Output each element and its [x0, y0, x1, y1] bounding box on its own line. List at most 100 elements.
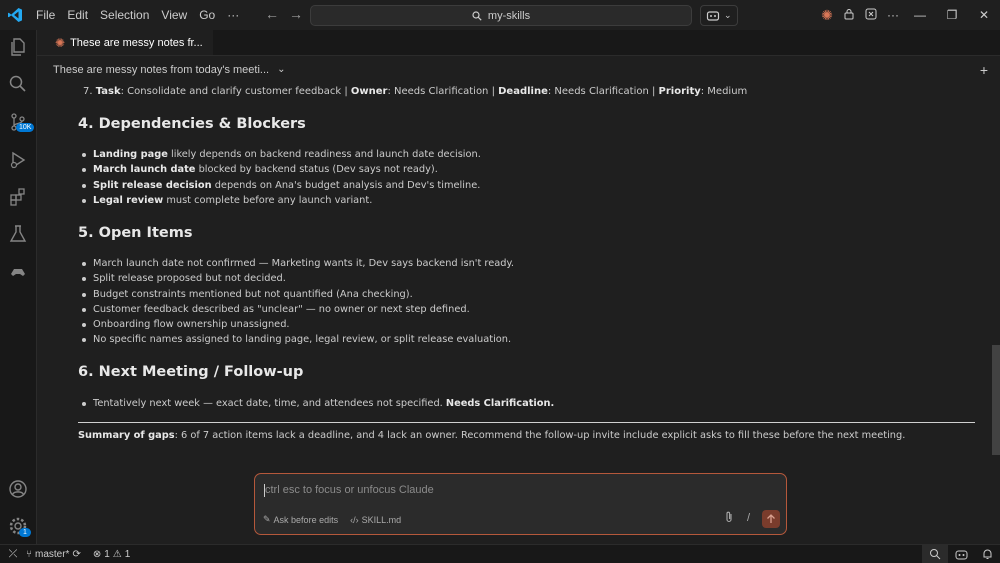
- maximize-icon[interactable]: ❐: [936, 8, 968, 22]
- more-menu-icon[interactable]: ···: [221, 8, 245, 22]
- new-session-icon[interactable]: +: [980, 62, 988, 78]
- pencil-icon: ✎: [263, 514, 271, 524]
- notifications-bell-icon[interactable]: [974, 545, 1000, 563]
- file-context-chip[interactable]: ‹/› SKILL.md: [350, 515, 401, 525]
- tab-claude-chat[interactable]: ✺ These are messy notes fr...: [37, 30, 213, 55]
- remote-indicator-icon[interactable]: ⤫: [0, 545, 26, 563]
- list-item: Landing page likely depends on backend r…: [80, 147, 481, 162]
- list-item: March launch date blocked by backend sta…: [80, 162, 481, 177]
- send-button[interactable]: [762, 510, 780, 528]
- branch-indicator[interactable]: ⑂ master* ⟳: [26, 549, 81, 560]
- summary-text: : 6 of 7 action items lack a deadline, a…: [174, 430, 906, 441]
- copilot-button[interactable]: ⌄: [700, 5, 738, 26]
- remote-explorer-icon[interactable]: [6, 260, 30, 284]
- attach-icon[interactable]: [724, 511, 734, 526]
- priority-label: Priority: [658, 86, 701, 97]
- chat-input-box[interactable]: ctrl esc to focus or unfocus Claude ✎ As…: [254, 473, 787, 535]
- list-item: Legal review must complete before any la…: [80, 193, 481, 208]
- search-icon: [472, 10, 482, 21]
- close-panel-icon[interactable]: [860, 8, 882, 23]
- action-item-7: 7. Task: Consolidate and clarify custome…: [83, 86, 747, 97]
- nav-arrows: ← →: [265, 6, 303, 22]
- next-meeting-list: Tentatively next week — exact date, time…: [80, 396, 554, 411]
- dependencies-list: Landing page likely depends on backend r…: [80, 147, 481, 208]
- menu-bar: File Edit Selection View Go ···: [30, 8, 245, 22]
- tab-label: These are messy notes fr...: [70, 36, 203, 49]
- chevron-down-icon[interactable]: ⌄: [277, 64, 285, 75]
- back-arrow-icon[interactable]: ←: [265, 6, 279, 22]
- source-control-badge: 10K: [16, 123, 35, 132]
- claude-icon: ✺: [55, 35, 66, 50]
- lock-icon[interactable]: [838, 8, 860, 23]
- search-icon[interactable]: [6, 72, 30, 96]
- problems-indicator[interactable]: ⊗ 1 ⚠ 1: [93, 549, 130, 560]
- summary-paragraph: Summary of gaps: 6 of 7 action items lac…: [78, 430, 905, 441]
- status-bar: ⤫ ⑂ master* ⟳ ⊗ 1 ⚠ 1: [0, 544, 1000, 563]
- search-text: my-skills: [487, 9, 531, 22]
- status-bar-right: [922, 545, 1000, 563]
- minimize-icon[interactable]: —: [904, 8, 936, 22]
- list-item: No specific names assigned to landing pa…: [80, 332, 514, 347]
- menu-view[interactable]: View: [155, 8, 193, 22]
- account-icon[interactable]: [6, 477, 30, 501]
- ask-before-edits-label: Ask before edits: [273, 514, 339, 525]
- branch-name: master*: [35, 548, 70, 560]
- menu-go[interactable]: Go: [193, 8, 221, 22]
- menu-file[interactable]: File: [30, 8, 61, 22]
- copilot-status-icon[interactable]: [948, 545, 974, 563]
- list-item: March launch date not confirmed — Market…: [80, 256, 514, 271]
- arrow-up-icon: [767, 514, 775, 523]
- task-text: : Consolidate and clarify customer feedb…: [120, 86, 351, 97]
- extensions-icon[interactable]: [6, 185, 30, 209]
- window-controls: ✺ ··· — ❐ ✕: [816, 0, 1000, 30]
- branch-icon: ⑂: [26, 548, 32, 560]
- warning-icon: ⚠: [112, 548, 122, 560]
- menu-edit[interactable]: Edit: [61, 8, 94, 22]
- list-item: Split release decision depends on Ana's …: [80, 178, 481, 193]
- explorer-icon[interactable]: [6, 35, 30, 59]
- deadline-text: : Needs Clarification |: [547, 86, 659, 97]
- title-bar: File Edit Selection View Go ··· ← → my-s…: [0, 0, 1000, 30]
- close-icon[interactable]: ✕: [968, 8, 1000, 22]
- section-heading-dependencies: 4. Dependencies & Blockers: [78, 116, 306, 132]
- error-count: 1: [104, 548, 110, 560]
- editor-tab-bar: ✺ These are messy notes fr...: [37, 30, 1000, 56]
- slash-command-button[interactable]: /: [747, 512, 750, 524]
- session-title[interactable]: These are messy notes from today's meeti…: [53, 64, 269, 76]
- ask-before-edits-button[interactable]: ✎ Ask before edits: [263, 514, 338, 525]
- scrollbar-thumb[interactable]: [992, 345, 1000, 455]
- activity-bar: 10K 1: [0, 30, 37, 545]
- chevron-down-icon: ⌄: [724, 10, 732, 20]
- task-label: Task: [95, 86, 121, 97]
- priority-text: : Medium: [700, 86, 748, 97]
- zoom-icon[interactable]: [922, 545, 948, 563]
- horizontal-rule: [78, 422, 975, 423]
- section-heading-open-items: 5. Open Items: [78, 225, 193, 241]
- open-items-list: March launch date not confirmed — Market…: [80, 256, 514, 348]
- claude-icon[interactable]: ✺: [816, 7, 838, 24]
- testing-flask-icon[interactable]: [6, 222, 30, 246]
- section-heading-next-meeting: 6. Next Meeting / Follow-up: [78, 364, 304, 380]
- run-debug-icon[interactable]: [6, 148, 30, 172]
- list-item: Budget constraints mentioned but not qua…: [80, 287, 514, 302]
- chat-session-header: These are messy notes from today's meeti…: [37, 56, 1000, 83]
- chat-input[interactable]: ctrl esc to focus or unfocus Claude: [264, 484, 434, 497]
- list-item: Split release proposed but not decided.: [80, 271, 514, 286]
- deadline-label: Deadline: [498, 86, 548, 97]
- owner-text: : Needs Clarification |: [387, 86, 499, 97]
- sync-icon: ⟳: [72, 548, 81, 560]
- command-center-search[interactable]: my-skills: [310, 5, 692, 26]
- code-icon: ‹/›: [350, 514, 359, 525]
- file-context-label: SKILL.md: [361, 514, 402, 525]
- copilot-icon: [706, 10, 720, 21]
- list-item: Customer feedback described as "unclear"…: [80, 302, 514, 317]
- more-actions-icon[interactable]: ···: [882, 8, 904, 22]
- warning-count: 1: [124, 548, 131, 560]
- list-item: Tentatively next week — exact date, time…: [80, 396, 554, 411]
- menu-selection[interactable]: Selection: [94, 8, 155, 22]
- chat-response-content: 7. Task: Consolidate and clarify custome…: [37, 83, 988, 463]
- settings-badge: 1: [19, 528, 31, 537]
- vscode-logo-icon: [0, 0, 30, 30]
- forward-arrow-icon[interactable]: →: [289, 6, 303, 22]
- list-number: 7.: [83, 86, 93, 97]
